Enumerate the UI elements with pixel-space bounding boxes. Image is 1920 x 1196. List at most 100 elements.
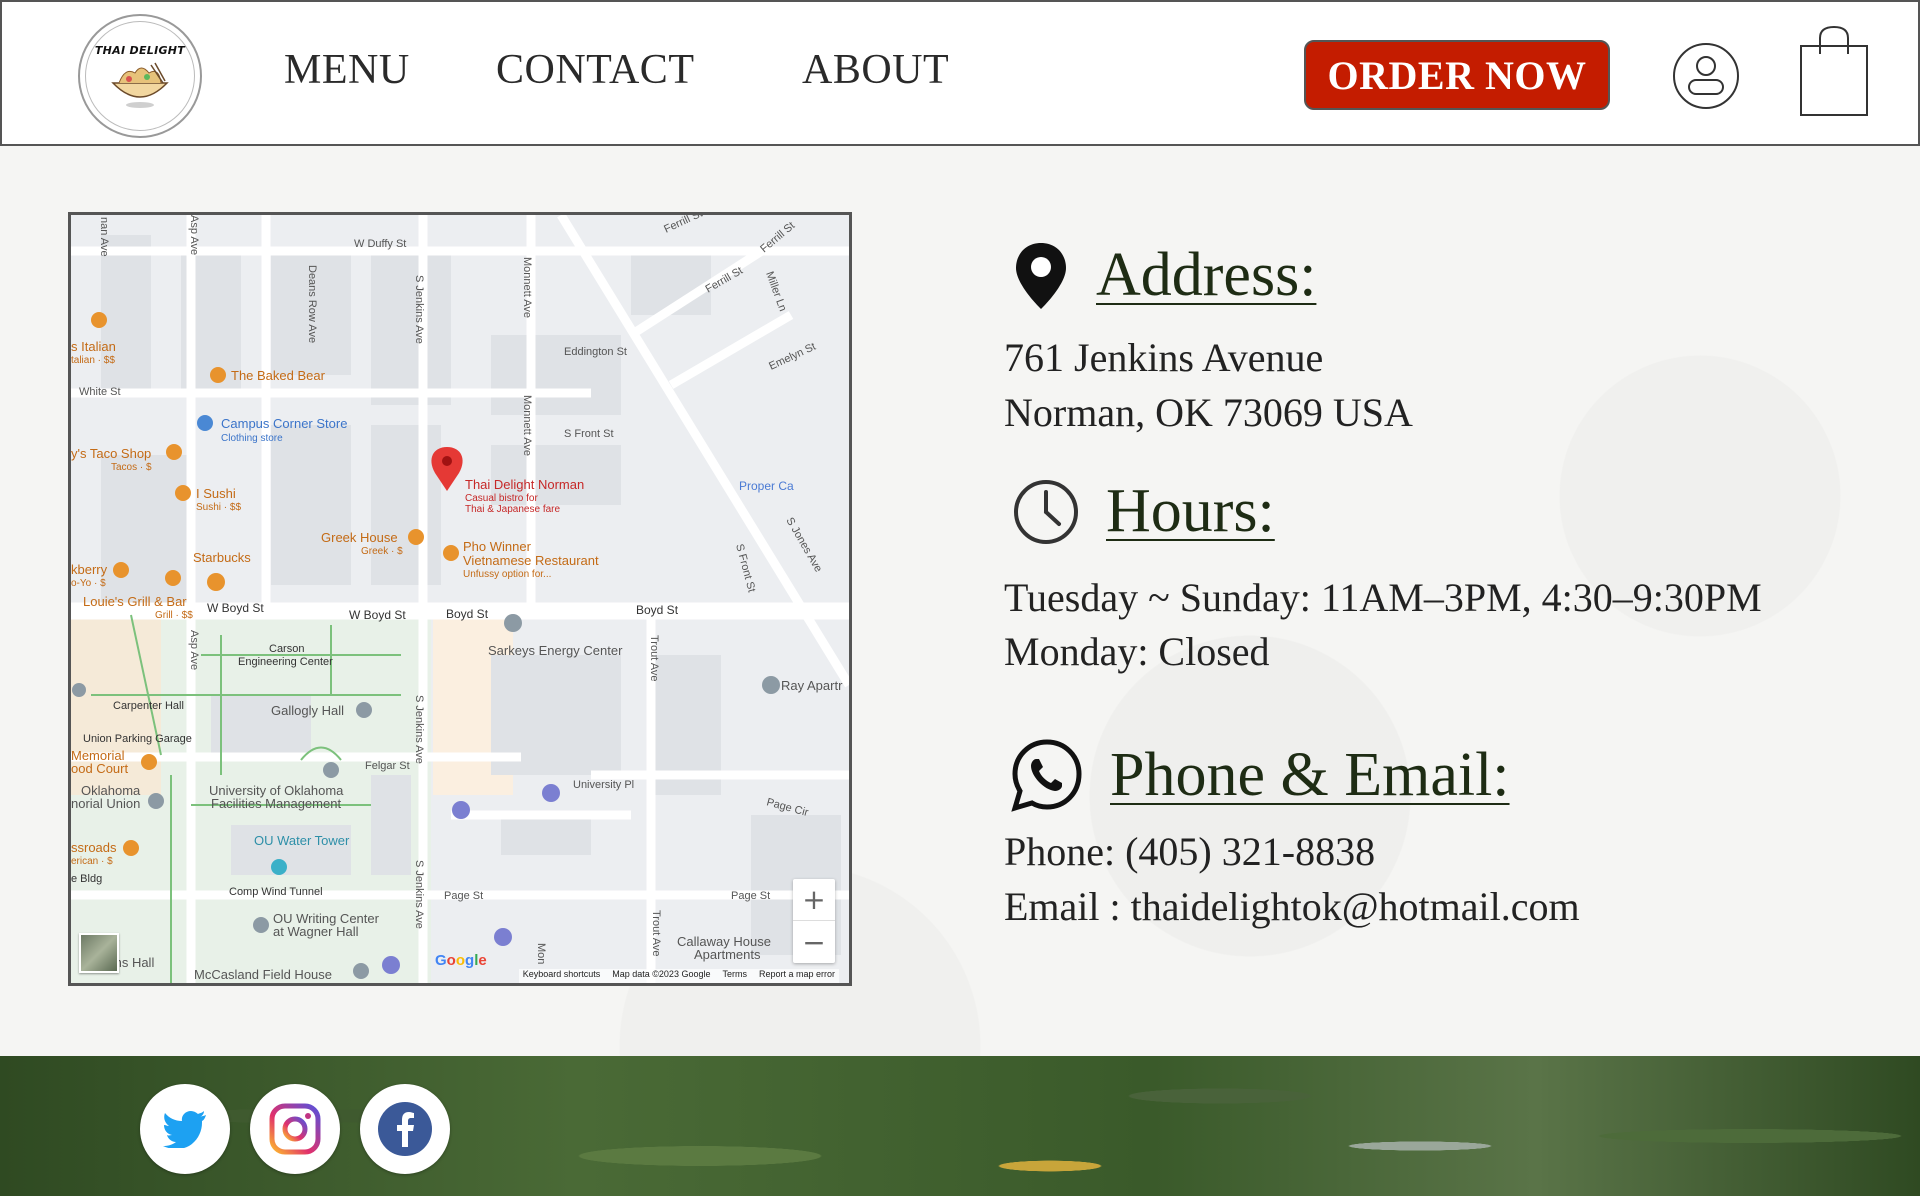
noodle-bowl-icon — [111, 62, 169, 108]
location-map[interactable]: W Duffy St Ferrill St Ferrill St Ferrill… — [68, 212, 852, 986]
place-label: Apartments — [694, 947, 761, 962]
street-label: Asp Ave — [188, 215, 200, 255]
place-label: at Wagner Hall — [273, 924, 359, 939]
twitter-link[interactable] — [140, 1084, 230, 1174]
street-label: Boyd St — [446, 607, 489, 621]
keyboard-shortcuts-link[interactable]: Keyboard shortcuts — [523, 969, 601, 983]
instagram-icon — [269, 1103, 321, 1155]
contact-heading: Phone & Email: — [1010, 738, 1510, 812]
place-label: Grill · $$ — [155, 610, 193, 621]
place-label: Casual bistro for — [465, 493, 538, 504]
street-label: Page St — [731, 890, 770, 902]
place-label: Greek House — [321, 530, 398, 545]
street-label: White St — [79, 386, 121, 398]
google-logo: Google — [435, 952, 487, 969]
place-label: Clothing store — [221, 433, 283, 444]
place-label: The Baked Bear — [231, 368, 326, 383]
place-label: s Italian — [71, 339, 116, 354]
street-label: Page St — [444, 890, 483, 902]
place-label: Thai & Japanese fare — [465, 504, 560, 515]
report-error-link[interactable]: Report a map error — [759, 969, 835, 983]
street-label: Monnett Ave — [521, 395, 533, 456]
place-label: Carson — [269, 643, 304, 655]
clock-icon — [1014, 479, 1078, 544]
satellite-toggle[interactable] — [79, 933, 119, 973]
logo[interactable]: THAI DELIGHT — [78, 14, 202, 138]
street-label: W Duffy St — [354, 238, 406, 250]
place-label: Sarkeys Energy Center — [488, 643, 623, 658]
place-label: Carpenter Hall — [113, 700, 184, 712]
place-label: ssroads — [71, 840, 117, 855]
place-label: ood Court — [71, 761, 128, 776]
facebook-icon — [378, 1102, 432, 1156]
place-label: Proper Ca — [739, 479, 794, 493]
street-label: Monnett Ave — [521, 257, 533, 318]
place-label: o-Yo · $ — [71, 578, 106, 589]
place-label: Ray Apartr — [781, 678, 843, 693]
place-label: Greek · $ — [361, 546, 403, 557]
place-label: Sushi · $$ — [196, 502, 241, 513]
street-label: Deans Row Ave — [306, 265, 318, 343]
street-label: Felgar St — [365, 760, 410, 772]
street-label: S Front St — [564, 428, 614, 440]
address-line-2: Norman, OK 73069 USA — [1004, 390, 1413, 435]
nav-contact[interactable]: CONTACT — [496, 46, 694, 94]
street-label: W Boyd St — [207, 601, 264, 615]
zoom-in-button[interactable]: + — [793, 879, 835, 921]
street-label: Trout Ave — [650, 910, 662, 956]
logo-badge: THAI DELIGHT — [85, 21, 195, 131]
whatsapp-phone-icon — [1011, 739, 1082, 812]
place-label: erican · $ — [71, 856, 113, 867]
twitter-icon — [163, 1111, 206, 1148]
address-line-1: 761 Jenkins Avenue — [1004, 335, 1324, 380]
contact-heading-text: Phone & Email: — [1110, 740, 1510, 809]
place-label: Louie's Grill & Bar — [83, 594, 187, 609]
email-text[interactable]: Email : thaidelightok@hotmail.com — [1004, 883, 1580, 930]
hours-heading: Hours: — [1012, 476, 1275, 547]
street-label: Boyd St — [636, 603, 679, 617]
nav-about[interactable]: ABOUT — [802, 46, 949, 94]
place-label: Facilities Management — [211, 796, 341, 811]
hours-line-2: Monday: Closed — [1004, 629, 1270, 674]
street-label: nan Ave — [98, 217, 110, 257]
logo-text: THAI DELIGHT — [94, 44, 186, 57]
map-attribution: Keyboard shortcuts Map data ©2023 Google… — [518, 969, 839, 983]
zoom-controls: + − — [793, 879, 835, 963]
place-label: Gallogly Hall — [271, 703, 344, 718]
place-label: Pho Winner — [463, 539, 532, 554]
place-label: Comp Wind Tunnel — [229, 886, 323, 898]
place-label: OU Water Tower — [254, 833, 350, 848]
map-pin-icon — [1016, 242, 1066, 309]
street-label: University Pl — [573, 779, 634, 791]
street-label: Trout Ave — [648, 635, 660, 681]
shopping-bag-icon[interactable] — [1798, 24, 1870, 118]
street-label: S Jenkins Ave — [413, 275, 425, 344]
street-label: Asp Ave — [188, 630, 200, 670]
place-label: McCasland Field House — [194, 967, 332, 982]
place-label: Unfussy option for... — [463, 569, 551, 580]
order-now-button[interactable]: ORDER NOW — [1304, 40, 1610, 110]
place-label: Thai Delight Norman — [465, 477, 584, 492]
place-label: Union Parking Garage — [83, 733, 192, 745]
place-label: y's Taco Shop — [71, 446, 151, 461]
nav-menu[interactable]: MENU — [284, 46, 410, 94]
address-heading: Address: — [1012, 240, 1316, 311]
place-label: Engineering Center — [238, 656, 333, 668]
instagram-link[interactable] — [250, 1084, 340, 1174]
user-icon[interactable] — [1672, 42, 1740, 110]
place-label: Vietnamese Restaurant — [463, 553, 599, 568]
place-label: kberry — [71, 562, 108, 577]
place-label: norial Union — [71, 796, 140, 811]
site-header: THAI DELIGHT MENU CONTACT ABOUT ORDER NO… — [0, 0, 1920, 146]
place-label: Campus Corner Store — [221, 416, 347, 431]
map-canvas[interactable]: W Duffy St Ferrill St Ferrill St Ferrill… — [71, 215, 849, 983]
place-label: Starbucks — [193, 550, 251, 565]
place-label: I Sushi — [196, 486, 236, 501]
hours-heading-text: Hours: — [1106, 477, 1275, 545]
phone-text[interactable]: Phone: (405) 321-8838 — [1004, 828, 1375, 875]
hours-line-1: Tuesday ~ Sunday: 11AM–3PM, 4:30–9:30PM — [1004, 575, 1762, 620]
street-label: S Jenkins Ave — [413, 695, 425, 764]
facebook-link[interactable] — [360, 1084, 450, 1174]
terms-link[interactable]: Terms — [722, 969, 747, 983]
zoom-out-button[interactable]: − — [793, 921, 835, 963]
